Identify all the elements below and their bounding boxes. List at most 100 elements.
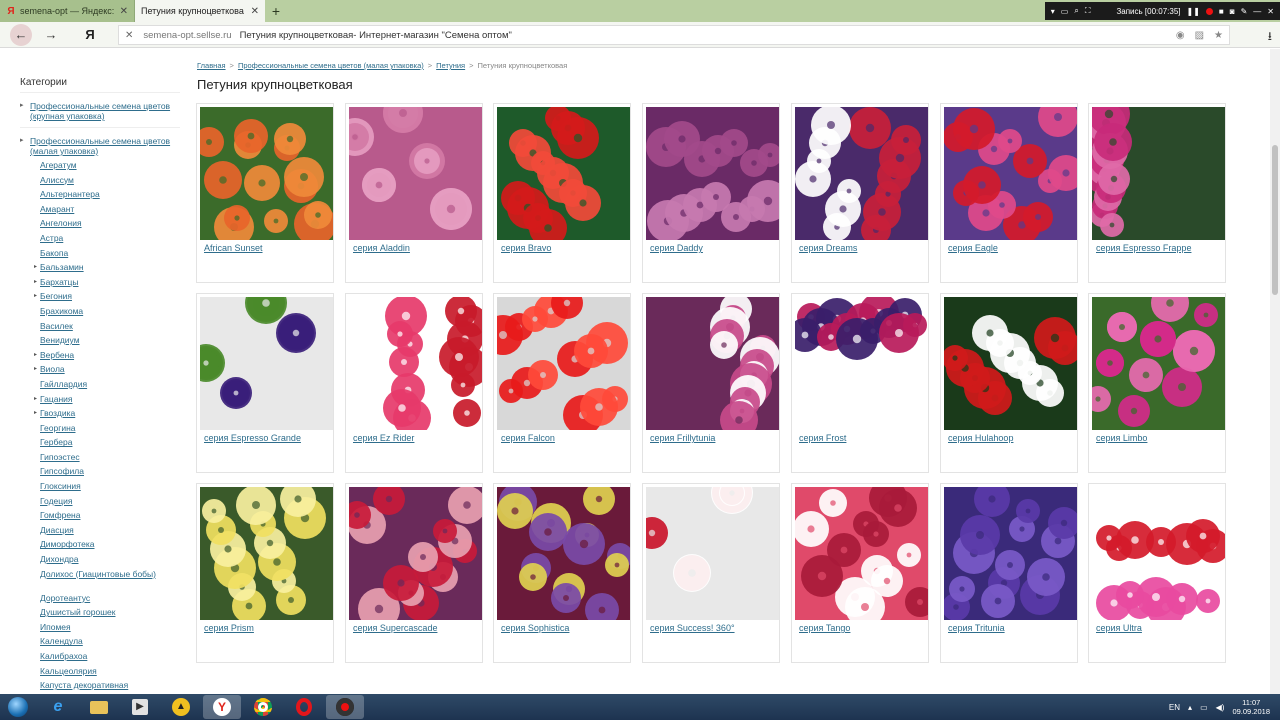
product-image[interactable] bbox=[1092, 297, 1225, 430]
pause-icon[interactable]: ❚❚ bbox=[1187, 7, 1200, 16]
close-icon[interactable]: ✕ bbox=[125, 30, 133, 41]
product-link[interactable]: African Sunset bbox=[204, 243, 263, 253]
product-card[interactable]: серия Supercascade bbox=[345, 483, 483, 663]
scroll-thumb[interactable] bbox=[1272, 145, 1278, 295]
product-link[interactable]: серия Daddy bbox=[650, 243, 703, 253]
product-card[interactable]: серия Eagle bbox=[940, 103, 1078, 283]
product-image[interactable] bbox=[497, 107, 630, 240]
subcategory-item[interactable]: Годеция bbox=[20, 494, 180, 509]
subcategory-item[interactable]: Календула bbox=[20, 634, 180, 649]
product-link[interactable]: серия Prism bbox=[204, 623, 254, 633]
subcategory-item[interactable]: Виола bbox=[20, 362, 180, 377]
subcategory-item[interactable]: Доротеантус bbox=[20, 591, 180, 606]
subcategory-item[interactable]: Амарант bbox=[20, 202, 180, 217]
subcategory-item[interactable]: Долихос (Гиацинтовые бобы) bbox=[20, 567, 180, 591]
volume-icon[interactable]: ◀) bbox=[1216, 703, 1225, 712]
product-image[interactable] bbox=[349, 297, 482, 430]
product-link[interactable]: серия Tango bbox=[799, 623, 850, 633]
download-icon[interactable]: ⭳ bbox=[1268, 27, 1272, 48]
tab-yandex[interactable]: Я semena-opt — Яндекс: на ✕ bbox=[0, 0, 135, 22]
dropdown-icon[interactable]: ▾ bbox=[1051, 7, 1055, 16]
subcategory-item[interactable]: Венидиум bbox=[20, 333, 180, 348]
product-image[interactable] bbox=[497, 487, 630, 620]
product-link[interactable]: серия Dreams bbox=[799, 243, 857, 253]
subcategory-item[interactable]: Альтернантера bbox=[20, 187, 180, 202]
yandex-button[interactable]: Я bbox=[78, 27, 102, 42]
product-image[interactable] bbox=[944, 297, 1077, 430]
back-button[interactable]: ← bbox=[10, 23, 32, 46]
product-card[interactable]: серия Bravo bbox=[493, 103, 631, 283]
subcategory-item[interactable]: Брахикома bbox=[20, 304, 180, 319]
product-card[interactable]: серия Hulahoop bbox=[940, 293, 1078, 473]
pen-icon[interactable]: ✎ bbox=[1241, 7, 1248, 16]
subcategory-item[interactable]: Душистый горошек bbox=[20, 605, 180, 620]
subcategory-item[interactable]: Ангелония bbox=[20, 216, 180, 231]
product-link[interactable]: серия Espresso Grande bbox=[204, 433, 301, 443]
subcategory-item[interactable]: Гайллардия bbox=[20, 377, 180, 392]
product-link[interactable]: серия Eagle bbox=[948, 243, 998, 253]
product-card[interactable]: серия Frost bbox=[791, 293, 929, 473]
subcategory-item[interactable]: Калибрахоа bbox=[20, 649, 180, 664]
product-card[interactable]: серия Dreams bbox=[791, 103, 929, 283]
product-image[interactable] bbox=[944, 487, 1077, 620]
product-card[interactable]: African Sunset bbox=[196, 103, 334, 283]
product-image[interactable] bbox=[646, 107, 779, 240]
product-image[interactable] bbox=[200, 107, 333, 240]
subcategory-item[interactable]: Алиссум bbox=[20, 173, 180, 188]
product-card[interactable]: серия Espresso Frappe bbox=[1088, 103, 1226, 283]
subcategory-item[interactable]: Гербера bbox=[20, 435, 180, 450]
folder-icon[interactable] bbox=[80, 695, 118, 719]
subcategory-item[interactable]: Вербена bbox=[20, 348, 180, 363]
product-card[interactable]: серия Ez Rider bbox=[345, 293, 483, 473]
subcategory-item[interactable]: Гомфрена bbox=[20, 508, 180, 523]
start-button[interactable] bbox=[0, 694, 36, 720]
product-card[interactable]: серия Limbo bbox=[1088, 293, 1226, 473]
product-link[interactable]: серия Ez Rider bbox=[353, 433, 414, 443]
subcategory-item[interactable]: Георгина bbox=[20, 421, 180, 436]
product-link[interactable]: серия Hulahoop bbox=[948, 433, 1013, 443]
fullscreen-icon[interactable]: ⛶ bbox=[1085, 6, 1091, 16]
camera-icon[interactable]: ◙ bbox=[1230, 7, 1235, 16]
product-link[interactable]: серия Falcon bbox=[501, 433, 555, 443]
close-icon[interactable]: ✕ bbox=[1267, 7, 1274, 16]
product-link[interactable]: серия Aladdin bbox=[353, 243, 410, 253]
scrollbar[interactable] bbox=[1270, 49, 1280, 694]
monitor-icon[interactable]: ▭ bbox=[1061, 7, 1069, 16]
record-icon[interactable] bbox=[1205, 7, 1213, 15]
new-tab-button[interactable]: + bbox=[265, 0, 287, 22]
product-link[interactable]: серия Sophistica bbox=[501, 623, 569, 633]
star-icon[interactable]: ★ bbox=[1214, 30, 1223, 41]
product-link[interactable]: серия Frillytunia bbox=[650, 433, 715, 443]
media-player-icon[interactable]: ▶ bbox=[121, 695, 159, 719]
product-card[interactable]: серия Tango bbox=[791, 483, 929, 663]
yandex-browser-icon[interactable]: Y bbox=[203, 695, 241, 719]
product-image[interactable] bbox=[646, 297, 779, 430]
subcategory-item[interactable]: Диморфотека bbox=[20, 537, 180, 552]
tab-petunia[interactable]: Петуния крупноцветкова ✕ bbox=[135, 0, 265, 22]
product-image[interactable] bbox=[795, 487, 928, 620]
product-image[interactable] bbox=[200, 297, 333, 430]
product-image[interactable] bbox=[349, 487, 482, 620]
subcategory-item[interactable]: Гвоздика bbox=[20, 406, 180, 421]
product-image[interactable] bbox=[1092, 107, 1225, 240]
subcategory-item[interactable]: Бальзамин bbox=[20, 260, 180, 275]
opera-icon[interactable] bbox=[285, 695, 323, 719]
network-icon[interactable]: ▭ bbox=[1200, 703, 1208, 712]
product-image[interactable] bbox=[497, 297, 630, 430]
product-card[interactable]: серия Success! 360° bbox=[642, 483, 780, 663]
chrome-icon[interactable] bbox=[244, 695, 282, 719]
product-image[interactable] bbox=[646, 487, 779, 620]
product-card[interactable]: серия Tritunia bbox=[940, 483, 1078, 663]
product-card[interactable]: серия Espresso Grande bbox=[196, 293, 334, 473]
edit-icon[interactable]: ▨ bbox=[1195, 30, 1204, 41]
product-card[interactable]: серия Frillytunia bbox=[642, 293, 780, 473]
subcategory-item[interactable]: Агератум bbox=[20, 158, 180, 173]
product-card[interactable]: серия Sophistica bbox=[493, 483, 631, 663]
address-bar[interactable]: ✕ semena-opt.sellse.ru Петуния крупноцве… bbox=[118, 25, 1230, 45]
breadcrumb-petunia[interactable]: Петуния bbox=[436, 61, 465, 70]
product-card[interactable]: серия Daddy bbox=[642, 103, 780, 283]
search-icon[interactable]: ⌕ bbox=[1074, 6, 1078, 16]
product-card[interactable]: серия Ultra bbox=[1088, 483, 1226, 663]
product-link[interactable]: серия Success! 360° bbox=[650, 623, 735, 633]
recorder-app-icon[interactable] bbox=[326, 695, 364, 719]
